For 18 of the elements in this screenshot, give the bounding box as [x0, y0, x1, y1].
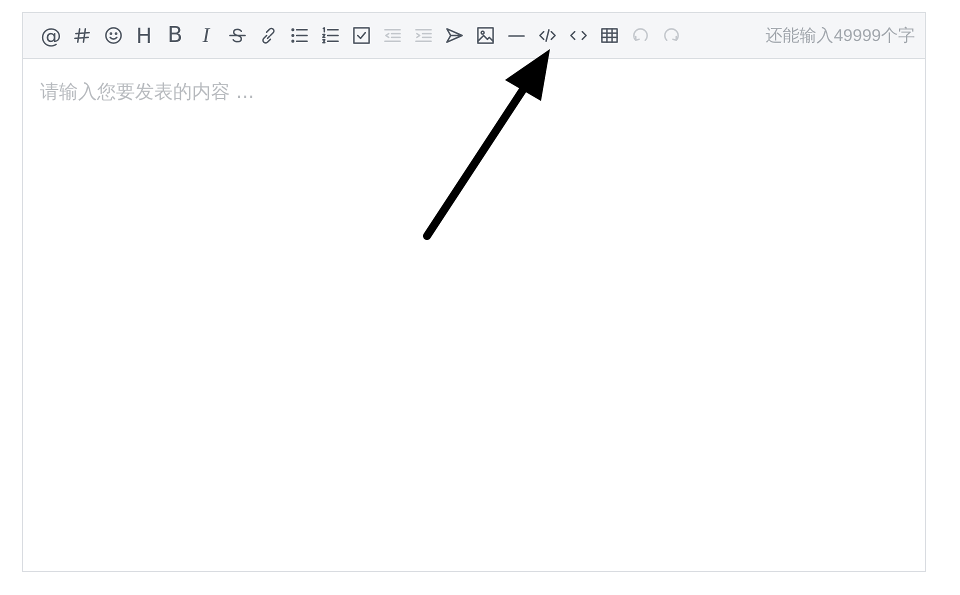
toolbar-button[interactable]: H	[131, 22, 157, 48]
strikethrough-icon	[228, 26, 246, 45]
numbered-list-icon	[320, 26, 340, 45]
toolbar-button[interactable]: @	[38, 22, 64, 48]
toolbar-button[interactable]: B	[162, 22, 188, 48]
horizontal-rule-icon	[506, 34, 526, 36]
image-icon	[476, 26, 494, 45]
table-icon	[600, 26, 618, 45]
indent-icon	[414, 26, 432, 45]
character-counter: 还能输入49999个字	[766, 25, 915, 47]
outdent-icon	[382, 26, 402, 45]
code-slash-icon	[538, 26, 556, 45]
checkbox-icon	[352, 26, 370, 45]
bulleted-list-icon	[290, 26, 308, 45]
paper-plane-icon	[444, 26, 464, 45]
toolbar-button[interactable]: I	[193, 22, 219, 48]
rich-text-editor[interactable]: @ H B I 还能输入49999个字 请输入您要发表的内容 ...	[22, 12, 926, 572]
smiley-icon	[104, 26, 122, 45]
